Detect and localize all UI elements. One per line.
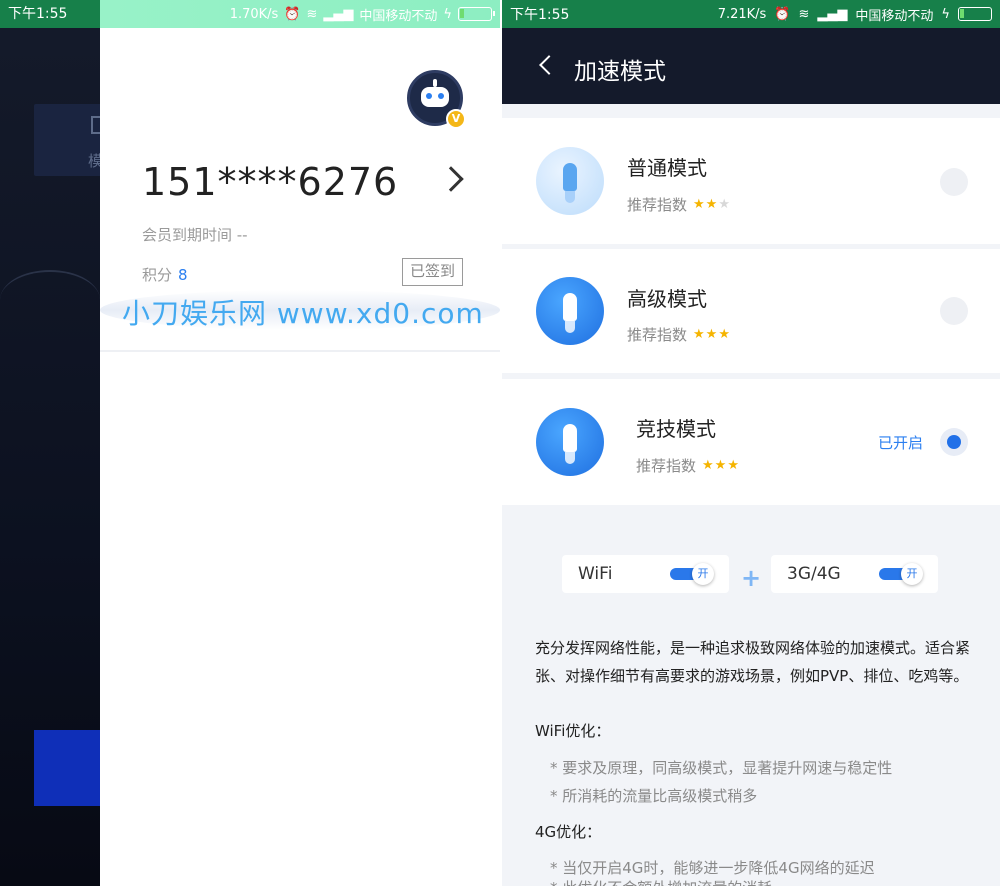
- mode-name: 高级模式: [627, 287, 707, 311]
- mode-name: 普通模式: [627, 156, 707, 180]
- cellular-switch[interactable]: 开: [879, 563, 925, 585]
- mode-card-advanced[interactable]: 高级模式 推荐指数 ★ ★ ★: [502, 249, 1000, 373]
- signed-in-button[interactable]: 已签到: [402, 258, 463, 286]
- battery-icon: [958, 7, 992, 21]
- vip-badge: V: [446, 109, 466, 129]
- mode-description: 充分发挥网络性能，是一种追求极致网络体验的加速模式。适合紧张、对操作细节有高要求…: [535, 639, 971, 685]
- star-filled-icon: ★: [714, 458, 727, 473]
- robot-eye: [438, 93, 444, 99]
- mode-name: 竞技模式: [636, 417, 716, 441]
- mode-enabled-status: 已开启: [878, 434, 924, 452]
- star-filled-icon: ★: [702, 458, 714, 473]
- mode-radio-esport[interactable]: [940, 428, 968, 456]
- star-rating: ★ ★ ★: [702, 458, 739, 473]
- signal-icon: ▂▄▆: [817, 6, 848, 22]
- status-time: 下午1:55: [510, 7, 570, 23]
- network-speed: 1.70K/s: [229, 6, 279, 22]
- toggle-label: 3G/4G: [787, 564, 841, 584]
- mode-rating: 推荐指数 ★ ★ ★: [636, 455, 739, 476]
- background-swoosh: [0, 270, 100, 330]
- avatar[interactable]: V: [407, 70, 466, 129]
- star-filled-icon: ★: [727, 458, 739, 473]
- page-header: 加速模式: [502, 28, 1000, 104]
- mode-card-esport[interactable]: 竞技模式 推荐指数 ★ ★ ★ 已开启: [502, 379, 1000, 505]
- alarm-icon: ⏰: [284, 6, 301, 22]
- mode-card-normal[interactable]: 普通模式 推荐指数 ★ ★ ★: [502, 118, 1000, 244]
- charging-icon: ϟ: [443, 6, 452, 22]
- mode-rating: 推荐指数 ★ ★ ★: [627, 324, 730, 345]
- star-rating: ★ ★ ★: [693, 197, 730, 212]
- wifi-toggle-card: WiFi 开: [562, 555, 729, 593]
- wifi-switch[interactable]: 开: [670, 563, 716, 585]
- rating-label: 推荐指数: [627, 326, 688, 344]
- wifi-section-title: WiFi优化：: [535, 722, 611, 740]
- left-screenshot: 下午1:55 模 1.70K/s ⏰ ≋ ▂▄▆ 中国移动不动 ϟ V 151*…: [0, 0, 500, 886]
- rating-label: 推荐指数: [627, 196, 688, 214]
- wifi-bullet: * 所消耗的流量比高级模式稍多: [550, 787, 758, 805]
- 4g-section-title: 4G优化：: [535, 823, 602, 841]
- points-value: 8: [178, 266, 188, 284]
- page-title: 加速模式: [574, 59, 666, 85]
- right-screenshot: 下午1:55 7.21K/s ⏰ ≋ ▂▄▆ 中国移动不动 ϟ 加速模式 普通模…: [502, 0, 1000, 886]
- switch-state: 开: [692, 563, 714, 585]
- 4g-bullet: * 此优化不会额外增加流量的消耗: [550, 877, 772, 886]
- star-filled-icon: ★: [693, 327, 705, 342]
- mode-radio-advanced[interactable]: [940, 297, 968, 325]
- robot-rocket-icon: [536, 277, 604, 345]
- chevron-right-icon[interactable]: [438, 166, 464, 192]
- star-filled-icon: ★: [705, 197, 718, 212]
- drawer-status-bar: 1.70K/s ⏰ ≋ ▂▄▆ 中国移动不动 ϟ: [100, 0, 500, 28]
- switch-state: 开: [901, 563, 923, 585]
- status-icons: 7.21K/s ⏰ ≋ ▂▄▆ 中国移动不动 ϟ: [718, 5, 992, 24]
- carrier-name: 中国移动不动: [855, 8, 934, 24]
- drawer-divider: [100, 350, 500, 352]
- mode-radio-normal[interactable]: [940, 168, 968, 196]
- wifi-icon: ≋: [306, 6, 318, 22]
- star-rating: ★ ★ ★: [693, 327, 730, 342]
- wifi-bullet: * 要求及原理，同高级模式，显著提升网速与稳定性: [550, 759, 893, 777]
- background-status-time: 下午1:55: [0, 0, 100, 28]
- carrier-name: 中国移动不动: [359, 8, 438, 24]
- signal-icon: ▂▄▆: [323, 6, 354, 22]
- mode-rating: 推荐指数 ★ ★ ★: [627, 194, 730, 215]
- rating-label: 推荐指数: [636, 457, 697, 475]
- star-filled-icon: ★: [693, 197, 705, 212]
- phone-number[interactable]: 151****6276: [142, 160, 398, 204]
- status-bar: 下午1:55 7.21K/s ⏰ ≋ ▂▄▆ 中国移动不动 ϟ: [502, 0, 1000, 28]
- robot-antenna: [433, 79, 437, 87]
- network-speed: 7.21K/s: [717, 6, 767, 22]
- star-empty-icon: ★: [718, 197, 730, 212]
- cellular-toggle-card: 3G/4G 开: [771, 555, 938, 593]
- star-filled-icon: ★: [718, 327, 730, 342]
- member-expiry: 会员到期时间 --: [142, 226, 248, 244]
- back-arrow-icon[interactable]: [539, 55, 559, 75]
- background-main-button: [34, 730, 104, 806]
- alarm-icon: ⏰: [774, 6, 791, 22]
- star-filled-icon: ★: [705, 327, 718, 342]
- points-row: 积分 8: [142, 264, 188, 285]
- shield-rocket-icon: [536, 408, 604, 476]
- rocket-icon: [536, 147, 604, 215]
- 4g-bullet: * 当仅开启4G时，能够进一步降低4G网络的延迟: [550, 859, 875, 877]
- user-drawer: 1.70K/s ⏰ ≋ ▂▄▆ 中国移动不动 ϟ V 151****6276 会…: [100, 0, 500, 886]
- robot-eye: [426, 93, 432, 99]
- wifi-icon: ≋: [798, 6, 810, 22]
- robot-face-icon: [421, 87, 449, 107]
- watermark-text: 小刀娱乐网 www.xd0.com: [122, 297, 484, 330]
- points-label: 积分: [142, 266, 173, 284]
- toggle-label: WiFi: [578, 564, 613, 584]
- charging-icon: ϟ: [941, 6, 950, 22]
- battery-icon: [458, 7, 495, 21]
- plus-icon: +: [741, 564, 762, 592]
